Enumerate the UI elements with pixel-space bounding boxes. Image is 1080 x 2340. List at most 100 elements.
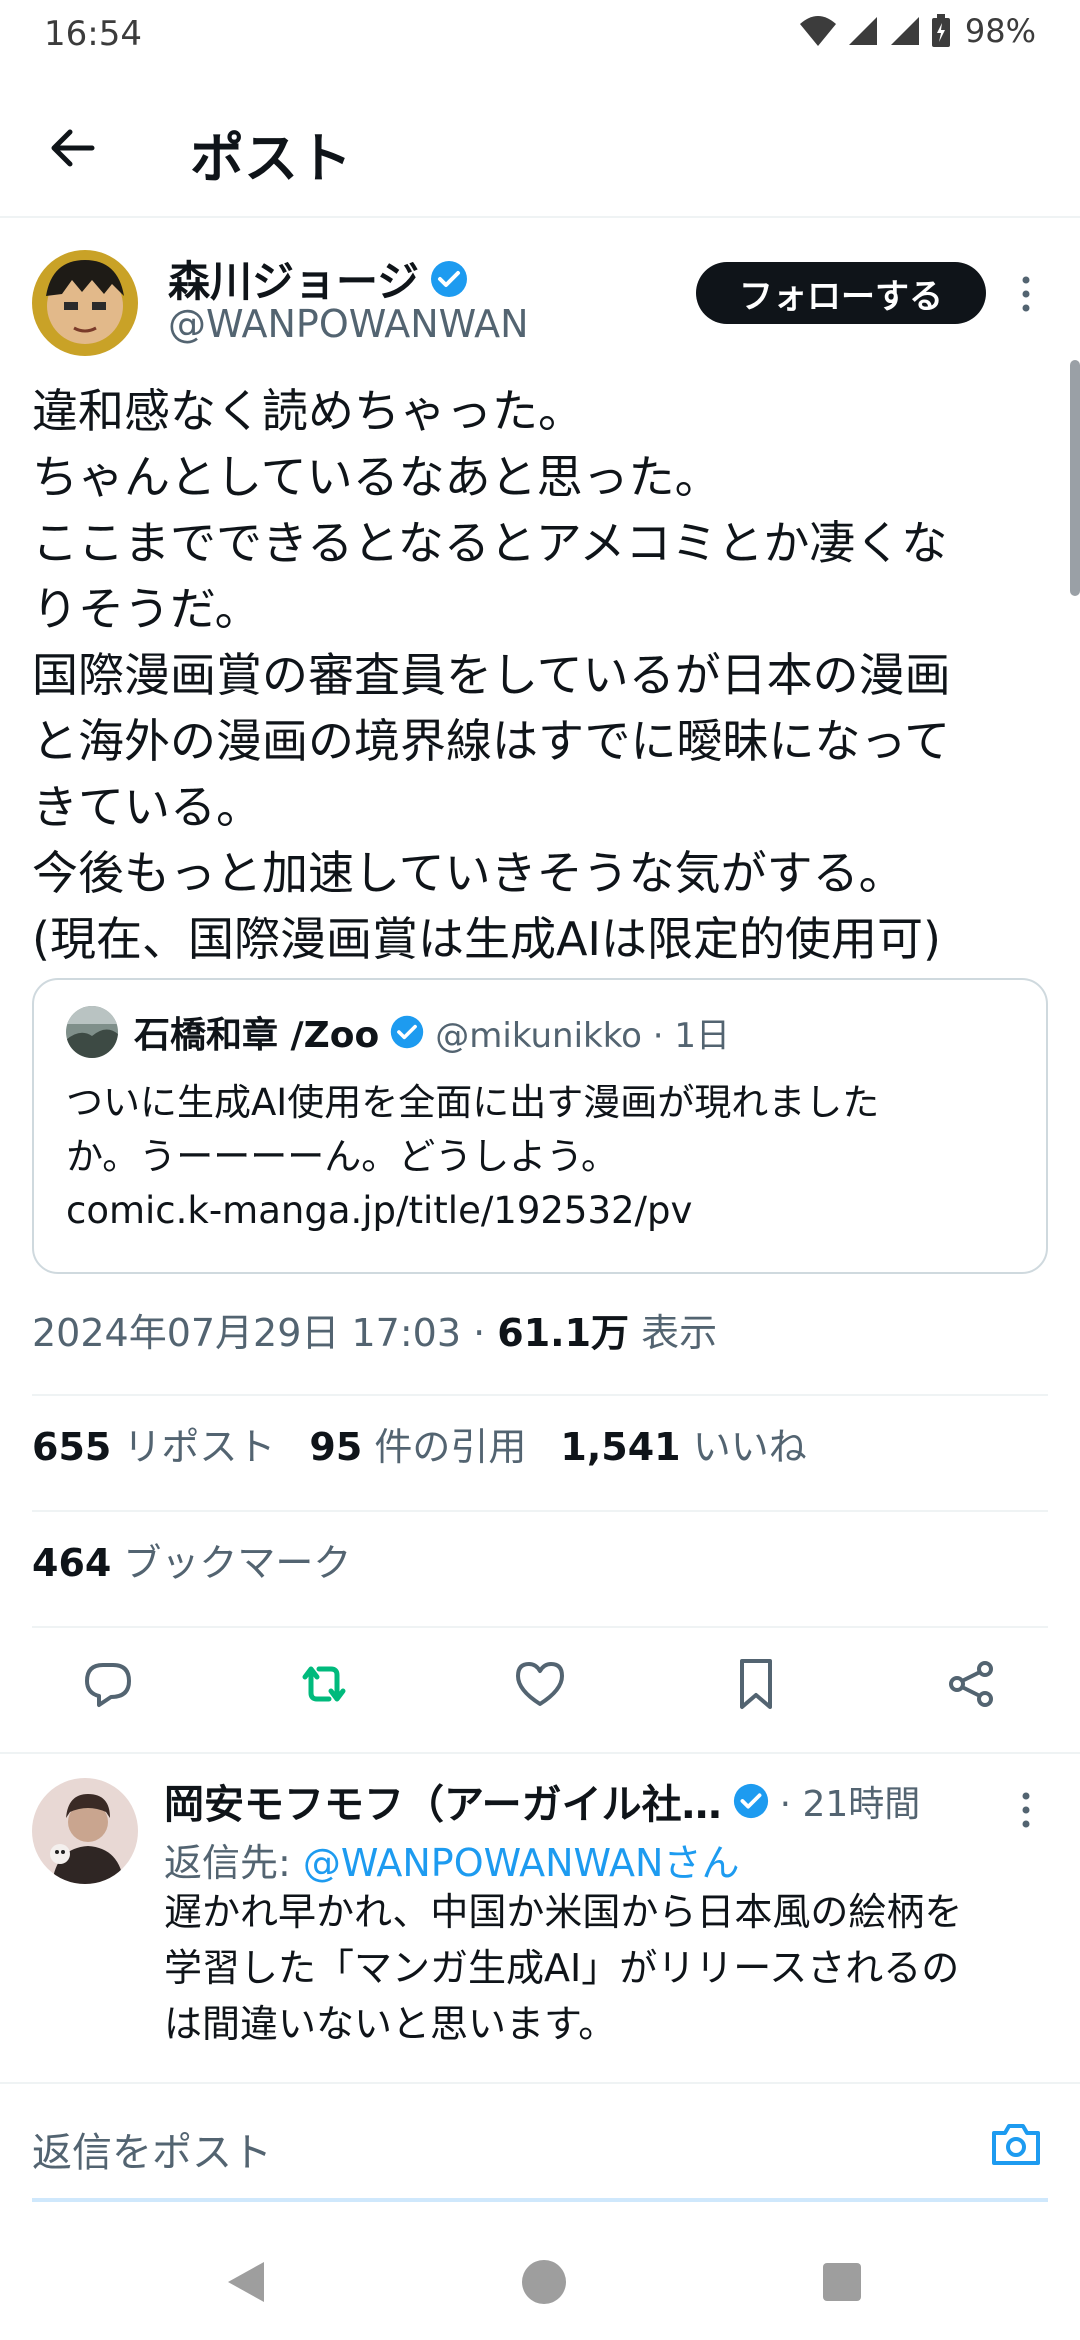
reply-text: 遅かれ早かれ、中国か米国から日本風の絵柄を 学習した「マンガ生成AI」がリリース…: [164, 1884, 1054, 2052]
bookmarks-count: 464: [32, 1541, 112, 1585]
verified-badge-icon: [391, 1015, 424, 1049]
bookmark-icon: [740, 1659, 772, 1709]
author-name[interactable]: 森川ジョージ: [168, 248, 419, 309]
divider: [32, 1394, 1048, 1396]
divider: [32, 1626, 1048, 1628]
quote-avatar: [66, 1006, 118, 1058]
post-text-line: と海外の漫画の境界線はすでに曖昧になって: [32, 714, 951, 768]
reply-icon: [85, 1663, 131, 1707]
repost-icon: [302, 1666, 346, 1702]
reply-author-name[interactable]: 岡安モフモフ（アーガイル社…: [164, 1772, 722, 1830]
system-nav-bar: [0, 2222, 1080, 2340]
bookmarks-stat[interactable]: 464 ブックマーク: [32, 1532, 351, 1587]
bookmark-button[interactable]: [724, 1652, 788, 1716]
likes-label: いいね: [680, 1425, 807, 1469]
bookmarks-label: ブックマーク: [111, 1541, 352, 1585]
camera-button[interactable]: [986, 2114, 1046, 2174]
post-text-line: 国際漫画賞の審査員をしているが日本の漫画: [32, 648, 951, 702]
back-button[interactable]: [40, 116, 104, 180]
status-icons: 98%: [799, 12, 1036, 50]
post-text-line: 違和感なく読めちゃった。: [32, 384, 584, 438]
quotes-stat[interactable]: 95 件の引用: [309, 1416, 526, 1471]
battery-percent: 98%: [964, 12, 1036, 50]
likes-stat[interactable]: 1,541 いいね: [560, 1416, 806, 1471]
reply-text-line: は間違いないと思います。: [164, 2002, 617, 2046]
quote-text-line: ついに生成AI使用を全面に出す漫画が現れました: [66, 1081, 880, 1124]
reply-composer: 返信をポスト: [0, 2082, 1080, 2202]
author-name-row: 森川ジョージ: [168, 248, 469, 309]
more-icon: [1022, 276, 1030, 312]
post-meta: 2024年07月29日 17:03 · 61.1万 表示: [32, 1302, 717, 1357]
reply-to-prefix: 返信先:: [164, 1841, 303, 1885]
header: ポスト: [0, 78, 1080, 218]
battery-icon: [931, 14, 950, 47]
author-handle[interactable]: @WANPOWANWAN: [168, 302, 529, 346]
post-timestamp: 2024年07月29日 17:03 ·: [32, 1311, 498, 1355]
quote-author-name: 石橋和章 /Zoo: [134, 1015, 380, 1056]
reply-more-button[interactable]: [1010, 1790, 1042, 1830]
reply-text-line: 学習した「マンガ生成AI」がリリースされるの: [164, 1946, 960, 1990]
follow-button[interactable]: フォローする: [696, 262, 986, 324]
share-button[interactable]: [940, 1652, 1004, 1716]
reply-text-line: 遅かれ早かれ、中国か米国から日本風の絵柄を: [164, 1890, 963, 1934]
quote-header: 石橋和章 /Zoo @mikunikko · 1日: [66, 1006, 730, 1058]
share-icon: [949, 1661, 993, 1707]
verified-badge-icon: [431, 260, 468, 297]
composer-underline: [32, 2198, 1048, 2202]
post-text: 違和感なく読めちゃった。 ちゃんとしているなあと思った。 ここまでできるとなると…: [32, 378, 1052, 972]
nav-back-icon: [228, 2262, 264, 2302]
page-title: ポスト: [190, 127, 352, 190]
quoted-post-card[interactable]: 石橋和章 /Zoo @mikunikko · 1日 ついに生成AI使用を全面に出…: [32, 978, 1048, 1274]
scrollbar-thumb[interactable]: [1070, 360, 1080, 596]
quotes-label: 件の引用: [362, 1425, 527, 1469]
post-text-line: きている。: [32, 780, 262, 834]
post-text-line: (現在、国際漫画賞は生成AIは限定的使用可): [32, 912, 941, 966]
verified-badge-icon: [733, 1783, 768, 1819]
wifi-icon: [799, 16, 836, 46]
camera-icon: [992, 2124, 1040, 2165]
nav-recents-icon: [823, 2263, 861, 2301]
quote-link: comic.k-manga.jp/title/192532/pv: [66, 1189, 693, 1232]
post-text-line: 今後もっと加速していきそうな気がする。: [32, 846, 905, 900]
more-button[interactable]: [1010, 274, 1042, 314]
avatar-image: [32, 1778, 138, 1884]
nav-recents-button[interactable]: [812, 2252, 872, 2312]
action-bar: [0, 1652, 1080, 1732]
reply-to-mention[interactable]: @WANPOWANWANさん: [303, 1841, 740, 1885]
reply-header: 岡安モフモフ（アーガイル社… · 21時間: [164, 1772, 920, 1830]
status-time: 16:54: [44, 14, 142, 54]
reply-input[interactable]: 返信をポスト: [32, 2120, 272, 2178]
avatar-image: [32, 250, 138, 356]
quote-text: ついに生成AI使用を全面に出す漫画が現れました か。うーーーーん。どうしよう。 …: [66, 1076, 1026, 1238]
engagement-stats: 655 リポスト 95 件の引用 1,541 いいね: [32, 1416, 807, 1471]
reply-button[interactable]: [76, 1652, 140, 1716]
reposts-stat[interactable]: 655 リポスト: [32, 1416, 275, 1471]
quote-author-handle: @mikunikko · 1日: [435, 1015, 731, 1056]
signal-icon-2: [890, 17, 919, 45]
views-count: 61.1万: [497, 1311, 630, 1355]
quote-text-line: か。うーーーーん。どうしよう。: [66, 1135, 619, 1178]
status-bar: 16:54 98%: [0, 0, 1080, 72]
reply-author-avatar[interactable]: [32, 1778, 138, 1884]
reply-time: · 21時間: [779, 1784, 921, 1825]
like-icon: [516, 1662, 564, 1706]
repost-button[interactable]: [292, 1652, 356, 1716]
reposts-label: リポスト: [111, 1425, 276, 1469]
more-icon: [1022, 1792, 1030, 1828]
post-text-line: ここまでできるとなるとアメコミとか凄くな: [32, 516, 948, 570]
divider: [32, 1510, 1048, 1512]
nav-home-icon: [522, 2260, 566, 2304]
author-avatar[interactable]: [32, 250, 138, 356]
post-text-line: りそうだ。: [32, 582, 261, 636]
signal-icon: [848, 17, 877, 45]
likes-count: 1,541: [560, 1425, 681, 1469]
views-label: 表示: [629, 1311, 718, 1355]
quotes-count: 95: [309, 1425, 363, 1469]
reply-to-line: 返信先: @WANPOWANWANさん: [164, 1832, 739, 1887]
reposts-count: 655: [32, 1425, 112, 1469]
like-button[interactable]: [508, 1652, 572, 1716]
post-text-line: ちゃんとしているなあと思った。: [32, 450, 721, 504]
nav-back-button[interactable]: [216, 2252, 276, 2312]
nav-home-button[interactable]: [514, 2252, 574, 2312]
reply-item[interactable]: 岡安モフモフ（アーガイル社… · 21時間 返信先: @WANPOWANWANさ…: [0, 1752, 1080, 2082]
